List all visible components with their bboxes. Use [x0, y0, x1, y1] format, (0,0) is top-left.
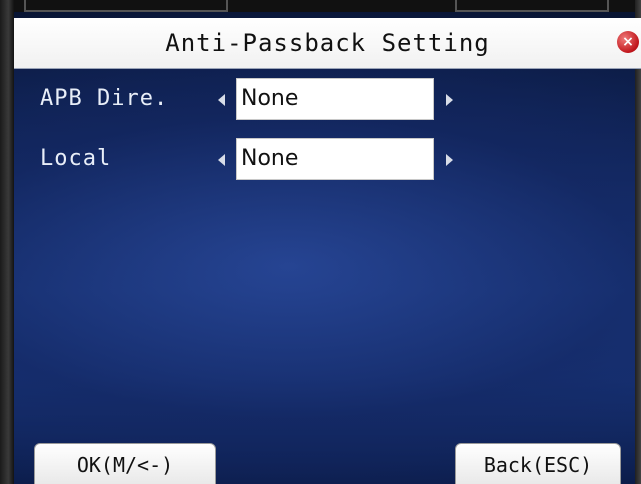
setting-row-local[interactable]: Local None [14, 138, 634, 182]
page-title: Anti-Passback Setting [165, 29, 490, 57]
screen-bezel-right [635, 0, 641, 484]
close-button[interactable]: × [617, 31, 639, 53]
apb-direction-select[interactable]: None [236, 78, 434, 120]
setting-label-apb-direction: APB Dire. [40, 86, 169, 111]
device-screen: Anti-Passback Setting × APB Dire. None L… [0, 0, 641, 484]
ok-button[interactable]: OK(M/<-) [34, 443, 216, 484]
bezel-tab-left [24, 0, 228, 12]
arrow-right-icon[interactable] [446, 154, 453, 166]
screen-bezel-left [0, 0, 14, 484]
setting-label-local: Local [40, 146, 112, 171]
back-button[interactable]: Back(ESC) [455, 443, 621, 484]
arrow-right-icon[interactable] [446, 94, 453, 106]
close-icon: × [622, 34, 634, 50]
local-value: None [241, 146, 299, 171]
local-select[interactable]: None [236, 138, 434, 180]
title-bar: Anti-Passback Setting × [14, 18, 641, 68]
screen-bezel-top [0, 0, 641, 12]
setting-row-apb-direction[interactable]: APB Dire. None [14, 78, 634, 122]
apb-direction-value: None [241, 86, 299, 111]
bezel-tab-right [455, 0, 609, 12]
arrow-left-icon[interactable] [218, 154, 225, 166]
arrow-left-icon[interactable] [218, 94, 225, 106]
